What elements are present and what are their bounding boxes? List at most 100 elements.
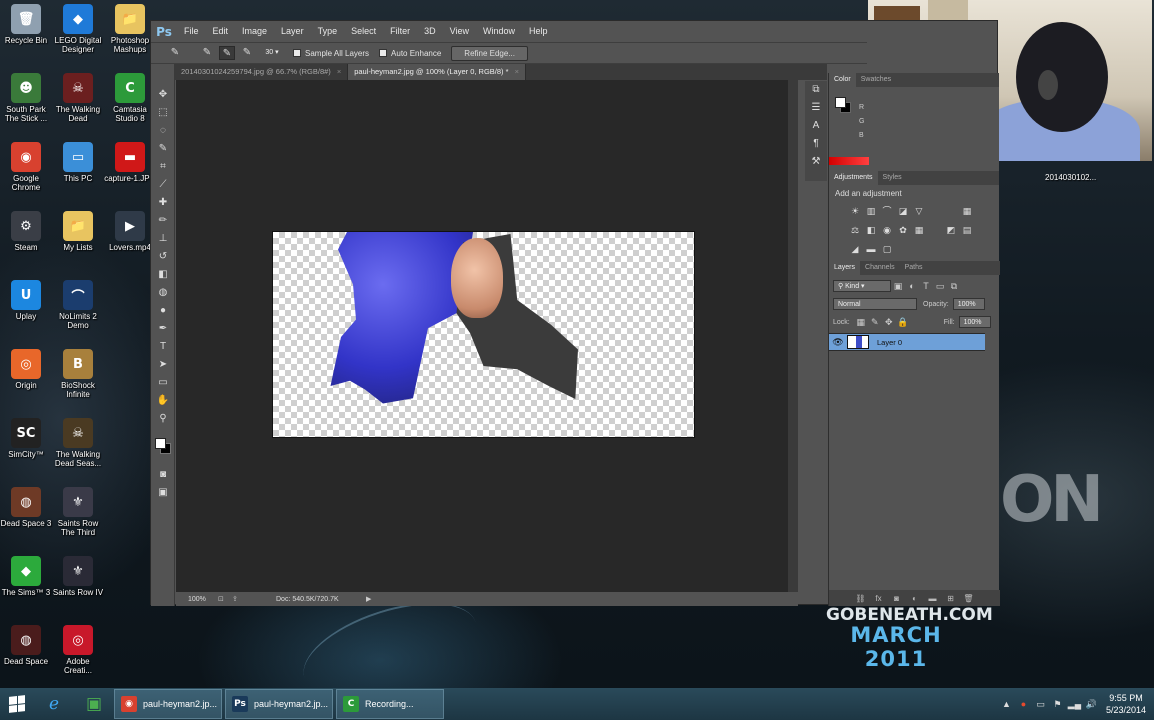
- desktop-icon[interactable]: ⚜ Saints Row IV: [52, 556, 104, 597]
- move-tool-icon[interactable]: ✥: [151, 86, 175, 104]
- status-menu-arrow-icon[interactable]: ▶: [366, 595, 371, 603]
- foreground-color-swatch[interactable]: [155, 438, 166, 449]
- tray-device-icon[interactable]: ▭: [1032, 699, 1049, 710]
- desktop-icon[interactable]: ▬ capture-1.JPG: [104, 142, 156, 183]
- pen-tool-icon[interactable]: ✒: [151, 320, 175, 338]
- fill-input[interactable]: 100%: [958, 316, 991, 328]
- tab-paths[interactable]: Paths: [900, 261, 928, 275]
- layer-row-layer-0[interactable]: 👁 Layer 0: [829, 333, 985, 351]
- threshold-icon[interactable]: ◢: [847, 240, 863, 259]
- desktop-icon[interactable]: 🗑 Recycle Bin: [0, 4, 52, 45]
- selective-color-icon[interactable]: ▢: [879, 240, 895, 259]
- desktop-icon[interactable]: C Camtasia Studio 8: [104, 73, 156, 123]
- desktop-file-label[interactable]: 2014030102...: [1045, 173, 1096, 182]
- desktop-icon[interactable]: ◍ Dead Space: [0, 625, 52, 666]
- layer-style-icon[interactable]: fx: [870, 594, 888, 603]
- marquee-tool-icon[interactable]: ⬚: [151, 104, 175, 122]
- tab-layers[interactable]: Layers: [829, 261, 861, 275]
- screen-mode-icon[interactable]: ▣: [151, 484, 175, 502]
- document-tab[interactable]: paul-heyman2.jpg @ 100% (Layer 0, RGB/8)…: [348, 64, 526, 80]
- color-balance-icon[interactable]: ⚖: [847, 221, 863, 240]
- lasso-tool-icon[interactable]: ◌: [151, 122, 175, 140]
- layer-name[interactable]: Layer 0: [877, 338, 902, 347]
- subtract-from-selection-icon[interactable]: ✎: [239, 46, 255, 60]
- start-button[interactable]: [0, 688, 34, 720]
- tool-presets-icon[interactable]: ⚒: [805, 153, 827, 171]
- filter-type-icon[interactable]: T: [919, 281, 933, 291]
- desktop-icon[interactable]: ▭ This PC: [52, 142, 104, 183]
- tray-volume-icon[interactable]: 🔊: [1083, 699, 1100, 710]
- desktop-icon[interactable]: ⚙ Steam: [0, 211, 52, 252]
- ps-menu-filter[interactable]: Filter: [383, 21, 417, 42]
- exposure-icon[interactable]: ◪: [895, 202, 911, 221]
- new-layer-icon[interactable]: ⊞: [942, 594, 960, 603]
- desktop-icon[interactable]: ◎ Origin: [0, 349, 52, 390]
- rectangle-tool-icon[interactable]: ▭: [151, 374, 175, 392]
- lock-all-icon[interactable]: 🔒: [896, 317, 910, 328]
- layer-visibility-eye-icon[interactable]: 👁: [829, 337, 847, 348]
- paint-bucket-tool-icon[interactable]: ◍: [151, 284, 175, 302]
- quick-selection-tool-preset-icon[interactable]: ✎: [167, 46, 183, 60]
- crop-tool-icon[interactable]: ⌗: [151, 158, 175, 176]
- store-icon[interactable]: ▣: [74, 688, 114, 720]
- vibrance-icon[interactable]: ▽: [911, 202, 927, 221]
- layer-kind-filter[interactable]: ⚲ Kind ▾: [833, 280, 891, 292]
- close-tab-icon[interactable]: ×: [337, 64, 341, 80]
- quick-mask-icon[interactable]: ◙: [151, 466, 175, 484]
- tray-network-icon[interactable]: ▂▄: [1066, 699, 1083, 710]
- ps-menu-3d[interactable]: 3D: [417, 21, 443, 42]
- taskbar-clock[interactable]: 9:55 PM 5/23/2014: [1106, 692, 1146, 716]
- new-group-icon[interactable]: ▬: [924, 594, 942, 603]
- tab-adjustments[interactable]: Adjustments: [829, 171, 878, 185]
- curves-icon[interactable]: ⌒: [879, 202, 895, 221]
- tray-recording-icon[interactable]: ●: [1015, 699, 1032, 709]
- tab-swatches[interactable]: Swatches: [856, 73, 896, 87]
- color-lookup-icon[interactable]: ▦: [911, 221, 927, 240]
- new-adjustment-layer-icon[interactable]: ◐: [906, 594, 924, 603]
- taskbar-task-button[interactable]: C Recording...: [336, 689, 444, 719]
- quick-selection-tool-icon[interactable]: ✎: [151, 140, 175, 158]
- desktop-icon[interactable]: ☠ The Walking Dead: [52, 73, 104, 123]
- clone-stamp-tool-icon[interactable]: ⊥: [151, 230, 175, 248]
- desktop-icon[interactable]: 📁 Photoshop Mashups: [104, 4, 156, 54]
- ps-menu-edit[interactable]: Edit: [206, 21, 236, 42]
- document-tab[interactable]: 20140301024259794.jpg @ 66.7% (RGB/8#) ×: [175, 64, 349, 80]
- desktop-icon[interactable]: ☠ The Walking Dead Seas...: [52, 418, 104, 468]
- path-selection-tool-icon[interactable]: ➤: [151, 356, 175, 374]
- desktop-icon[interactable]: ⌒ NoLimits 2 Demo: [52, 280, 104, 330]
- desktop-icon[interactable]: ◉ Google Chrome: [0, 142, 52, 192]
- internet-explorer-icon[interactable]: ℯ: [34, 688, 74, 720]
- eyedropper-tool-icon[interactable]: ⟋: [151, 176, 175, 194]
- sample-all-layers-box[interactable]: [293, 49, 301, 57]
- ps-menu-type[interactable]: Type: [311, 21, 345, 42]
- channel-mixer-icon[interactable]: ✿: [895, 221, 911, 240]
- desktop-icon[interactable]: ◎ Adobe Creati...: [52, 625, 104, 675]
- black-white-icon[interactable]: ◧: [863, 221, 879, 240]
- refine-edge-button[interactable]: Refine Edge...: [451, 45, 528, 61]
- gradient-map-icon[interactable]: ▬: [863, 240, 879, 259]
- desktop-icon[interactable]: ◆ LEGO Digital Designer: [52, 4, 104, 54]
- color-ramp[interactable]: [829, 157, 869, 165]
- opacity-input[interactable]: 100%: [952, 298, 985, 310]
- ps-menu-window[interactable]: Window: [476, 21, 522, 42]
- ps-vertical-scrollbar[interactable]: [788, 80, 798, 592]
- add-to-selection-icon[interactable]: ✎: [219, 46, 235, 60]
- levels-icon[interactable]: ▥: [863, 202, 879, 221]
- lock-pixels-icon[interactable]: ✎: [868, 317, 882, 328]
- type-tool-icon[interactable]: T: [151, 338, 175, 356]
- tab-color[interactable]: Color: [829, 73, 856, 87]
- desktop-icon[interactable]: ◆ The Sims™ 3: [0, 556, 52, 597]
- document-image-layer[interactable]: [272, 231, 695, 438]
- desktop-icon[interactable]: B BioShock Infinite: [52, 349, 104, 399]
- character-panel-icon[interactable]: A: [805, 117, 827, 135]
- panel-foreground-swatch[interactable]: [835, 97, 846, 108]
- ps-menu-select[interactable]: Select: [344, 21, 383, 42]
- zoom-tool-icon[interactable]: ⚲: [151, 410, 175, 428]
- ps-menu-view[interactable]: View: [443, 21, 476, 42]
- desktop-icon[interactable]: ⚜ Saints Row The Third: [52, 487, 104, 537]
- brush-tool-icon[interactable]: ✏: [151, 212, 175, 230]
- auto-enhance-box[interactable]: [379, 49, 388, 57]
- lock-position-icon[interactable]: ✥: [882, 317, 896, 328]
- properties-panel-icon[interactable]: ☰: [805, 99, 827, 117]
- tab-channels[interactable]: Channels: [860, 261, 900, 275]
